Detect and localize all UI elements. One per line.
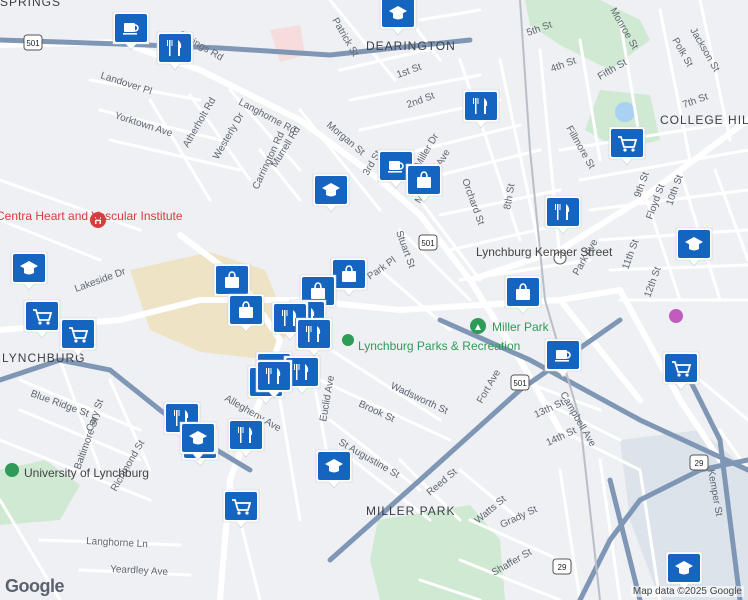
marker-school[interactable]: [675, 227, 713, 267]
route-shield-29: 29: [689, 454, 709, 471]
marker-shopping[interactable]: [227, 293, 265, 333]
route-shield-label: 29: [695, 459, 704, 468]
route-shield-label: 501: [513, 379, 527, 388]
route-shield-29: 29: [552, 558, 572, 575]
google-logo: Google: [5, 576, 65, 596]
marker-cafe[interactable]: [544, 338, 582, 378]
area-label-springs: SPRINGS: [0, 0, 61, 9]
marker-grocery[interactable]: [222, 489, 260, 529]
marker-school[interactable]: [10, 251, 48, 291]
place-label: Lynchburg Parks & Recreation: [358, 339, 520, 353]
marker-shopping[interactable]: [504, 275, 542, 315]
route-shield-label: 29: [558, 563, 567, 572]
area-label-college-hill: COLLEGE HILL: [660, 113, 748, 127]
route-shield-label: 501: [26, 39, 40, 48]
map-attribution: Map data ©2025 Google: [630, 586, 744, 597]
marker-restaurant[interactable]: [227, 418, 265, 458]
marker-grocery[interactable]: [662, 351, 700, 391]
area-label-miller-park: MILLER PARK: [366, 504, 455, 518]
route-shield-501: 501: [23, 34, 43, 51]
place-label: Miller Park: [492, 320, 550, 334]
place-miller-park: ▲ Miller Park: [470, 318, 550, 334]
place-museum: [669, 309, 683, 323]
marker-cafe[interactable]: [112, 11, 150, 51]
marker-grocery[interactable]: [23, 299, 61, 339]
marker-school[interactable]: [315, 449, 353, 489]
map-canvas[interactable]: 501 501 501 29 29 Patrick St 1st St 2nd …: [0, 0, 748, 600]
marker-grocery[interactable]: [59, 317, 97, 357]
marker-restaurant[interactable]: [295, 317, 333, 357]
marker-school[interactable]: [179, 421, 217, 461]
museum-icon: [669, 309, 683, 323]
route-shield-label: 501: [421, 239, 435, 248]
marker-shopping[interactable]: [330, 257, 368, 297]
place-label: Centra Heart and Vascular Institute: [0, 209, 183, 223]
place-label: Lynchburg Kemper Street: [476, 245, 613, 259]
tree-glyph: ▲: [473, 322, 483, 333]
area-label-dearington: DEARINGTON: [366, 39, 456, 53]
university-icon: [5, 463, 19, 477]
place-label: University of Lynchburg: [24, 466, 149, 480]
marker-school[interactable]: [665, 551, 703, 591]
area-label-lynchburg: LYNCHBURG: [2, 351, 85, 365]
marker-restaurant[interactable]: [255, 359, 293, 399]
route-shield-501: 501: [418, 234, 438, 251]
park-icon: [342, 334, 354, 346]
place-university: University of Lynchburg: [5, 463, 149, 480]
route-shield-501: 501: [510, 374, 530, 391]
